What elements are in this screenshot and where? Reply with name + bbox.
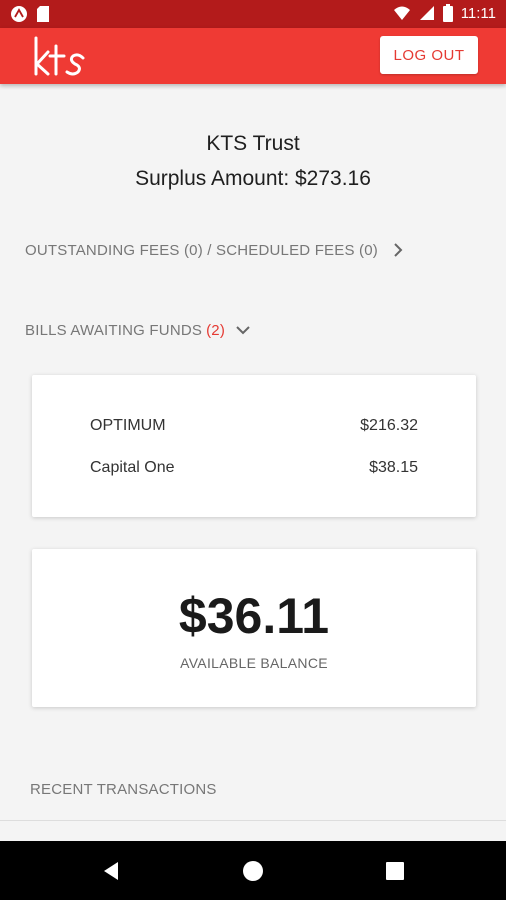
bill-name: OPTIMUM: [90, 417, 166, 434]
fees-link[interactable]: OUTSTANDING FEES (0) / SCHEDULED FEES (0…: [25, 240, 408, 260]
chevron-down-icon: [236, 326, 250, 335]
recent-label: RECENT TRANSACTIONS: [30, 781, 217, 798]
cell-signal-icon: [419, 6, 434, 20]
available-balance-label: AVAILABLE BALANCE: [180, 655, 328, 671]
logout-button[interactable]: LOG OUT: [380, 36, 478, 74]
recent-transactions-heading: RECENT TRANSACTIONS: [30, 781, 217, 798]
sd-card-icon: [37, 6, 49, 22]
divider: [0, 820, 506, 821]
bills-count: (2): [206, 321, 226, 339]
balance-card: $36.11 AVAILABLE BALANCE: [32, 549, 476, 707]
bills-awaiting-toggle[interactable]: BILLS AWAITING FUNDS (2): [25, 320, 253, 340]
system-nav-bar: [0, 841, 506, 900]
available-balance-amount: $36.11: [178, 588, 330, 644]
bill-row[interactable]: Capital One $38.15: [90, 459, 418, 477]
back-icon[interactable]: [100, 860, 122, 882]
app-notification-icon: [11, 6, 27, 22]
wifi-icon: [393, 6, 410, 20]
recents-icon[interactable]: [386, 862, 404, 880]
fees-label: OUTSTANDING FEES (0) / SCHEDULED FEES (0…: [25, 241, 378, 259]
bill-name: Capital One: [90, 459, 175, 476]
app-bar: LOG OUT: [0, 28, 506, 84]
bill-amount: $38.15: [369, 459, 418, 476]
trust-name: KTS Trust: [206, 132, 300, 155]
surplus-amount: Surplus Amount: $273.16: [135, 167, 371, 190]
home-icon[interactable]: [242, 860, 264, 882]
kts-logo: [34, 36, 85, 76]
bills-card: OPTIMUM $216.32 Capital One $38.15: [32, 375, 476, 517]
bill-row[interactable]: OPTIMUM $216.32: [90, 417, 418, 435]
bill-amount: $216.32: [360, 417, 418, 434]
bills-label: BILLS AWAITING FUNDS: [25, 321, 203, 339]
chevron-right-icon: [394, 243, 403, 257]
status-time: 11:11: [460, 4, 496, 22]
status-bar: 11:11: [0, 0, 506, 28]
battery-icon: [442, 4, 453, 22]
